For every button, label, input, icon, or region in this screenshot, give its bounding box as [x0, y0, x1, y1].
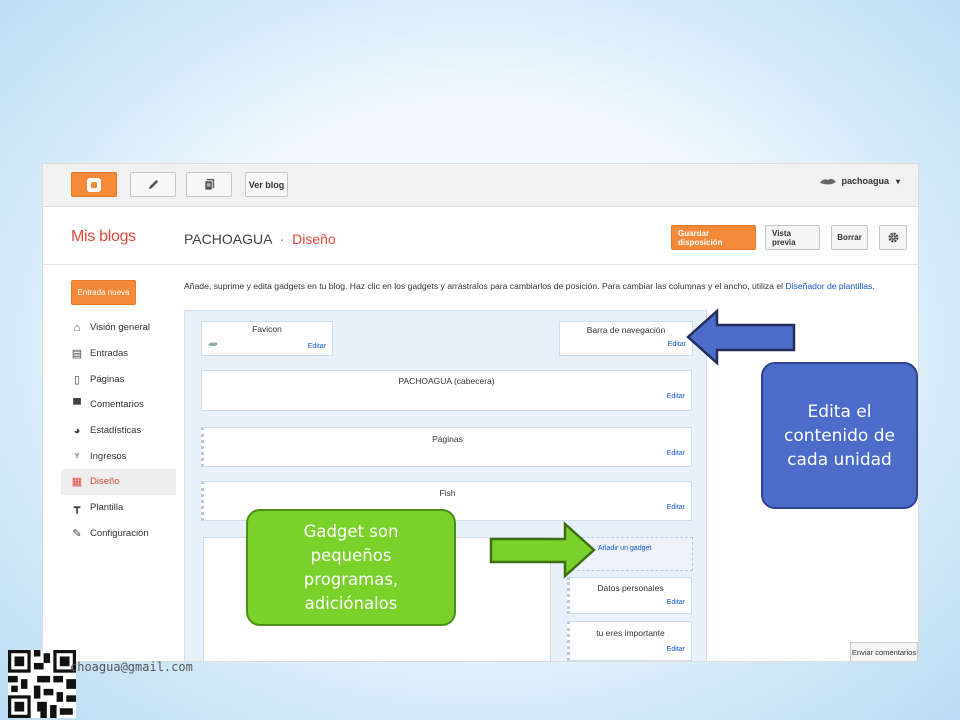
sidebar-item-layout[interactable]: ▦ Diseño: [61, 469, 176, 495]
edit-link[interactable]: Editar: [667, 646, 685, 653]
sidebar-nav: ⌂ Visión general ▤ Entradas ▯ Páginas ▀ Come…: [61, 315, 176, 546]
blogger-home-button[interactable]: [71, 172, 117, 197]
pie-chart-icon: ◕: [73, 424, 81, 437]
page-title: Diseño: [292, 231, 336, 247]
breadcrumb-separator: ·: [279, 231, 285, 247]
blog-name[interactable]: PACHOAGUA: [184, 231, 272, 247]
sidebar-item-pages[interactable]: ▯ Páginas: [61, 366, 176, 392]
sidebar-item-settings[interactable]: ✎ Configuración: [61, 521, 176, 547]
sidebar-item-earnings[interactable]: ♆ Ingresos: [61, 443, 176, 469]
gadget-favicon[interactable]: Favicon Editar: [201, 321, 333, 356]
blogger-logo-icon: [87, 177, 101, 192]
save-layout-button[interactable]: Guardar disposición: [671, 225, 756, 250]
sidebar-item-posts[interactable]: ▤ Entradas: [61, 341, 176, 367]
page-icon: ▯: [73, 373, 81, 386]
sidebar-item-label: Comentarios: [90, 399, 144, 411]
sidebar-item-template[interactable]: ┳ Plantilla: [61, 495, 176, 521]
description-end: .: [872, 281, 875, 291]
sidebar-item-label: Estadísticas: [90, 425, 142, 437]
breadcrumb: PACHOAGUA · Diseño: [184, 231, 336, 247]
new-post-sidebar-button[interactable]: Entrada nueva: [71, 280, 136, 305]
sidebar-item-label: Diseño: [90, 476, 120, 488]
gadget-profile[interactable]: Datos personales Editar: [567, 577, 692, 614]
gadget-title: Datos personales: [597, 583, 664, 593]
layout-description: Añade, suprime y edita gadgets en tu blo…: [184, 281, 914, 291]
page-header: Mis blogs PACHOAGUA · Diseño Guardar dis…: [43, 208, 918, 265]
gadget-title: Barra de navegación: [586, 325, 666, 335]
edit-link[interactable]: Editar: [667, 504, 685, 511]
gadget-title: Fish: [439, 488, 456, 498]
comment-icon: ▀: [73, 398, 81, 411]
pages-icon: [203, 178, 214, 191]
callout-text: Edita el contenido de cada unidad: [784, 401, 895, 470]
send-feedback-button[interactable]: Enviar comentarios: [850, 642, 918, 661]
edit-link[interactable]: Editar: [667, 450, 685, 457]
sidebar-item-label: Entradas: [90, 348, 129, 360]
sidebar-item-label: Plantilla: [90, 502, 124, 514]
view-blog-label: Ver blog: [248, 179, 285, 190]
my-blogs-link[interactable]: Mis blogs: [71, 228, 136, 246]
user-menu[interactable]: pachoagua ▾: [819, 176, 900, 186]
gadget-title: tu eres importante: [596, 628, 665, 638]
sidebar-item-stats[interactable]: ◕ Estadísticas: [61, 418, 176, 444]
callout-text: Gadget son pequeños programas, adiciónal…: [303, 521, 399, 613]
gadget-navbar[interactable]: Barra de navegación Editar: [559, 321, 693, 356]
sidebar-item-overview[interactable]: ⌂ Visión general: [61, 315, 176, 341]
gadget-title: PACHOAGUA (cabecera): [398, 376, 495, 386]
sidebar-item-comments[interactable]: ▀ Comentarios: [61, 392, 176, 418]
settings-button[interactable]: [879, 225, 907, 250]
edit-link[interactable]: Editar: [667, 599, 685, 606]
blue-arrow-icon: [686, 308, 796, 366]
gadget-pages[interactable]: Páginas Editar: [201, 427, 692, 467]
layout-icon: ▦: [71, 476, 83, 489]
pencil-icon: [148, 179, 158, 190]
chevron-down-icon: ▾: [895, 176, 900, 186]
new-post-button[interactable]: [130, 172, 176, 197]
edit-link[interactable]: Editar: [668, 341, 686, 348]
avatar-icon: [820, 178, 837, 185]
wrench-icon: ✎: [72, 527, 82, 540]
edit-units-callout: Edita el contenido de cada unidad: [761, 362, 918, 509]
qr-code-icon: [8, 650, 76, 718]
sidebar-item-label: Visión general: [90, 322, 151, 334]
pages-button[interactable]: [186, 172, 232, 197]
edit-link[interactable]: Editar: [667, 393, 685, 400]
top-toolbar: Ver blog pachoagua ▾: [43, 164, 918, 207]
gadget-header[interactable]: PACHOAGUA (cabecera) Editar: [201, 370, 692, 411]
favicon-icon: [208, 342, 218, 346]
add-gadget-link[interactable]: Añadir un gadget: [598, 545, 651, 552]
edit-link[interactable]: Editar: [308, 343, 326, 350]
sidebar-item-label: Configuración: [90, 527, 149, 539]
sidebar-item-label: Páginas: [90, 373, 125, 385]
trophy-icon: ♆: [72, 450, 82, 463]
paint-roller-icon: ┳: [73, 502, 81, 515]
gadgets-callout: Gadget son pequeños programas, adiciónal…: [246, 509, 456, 626]
description-text: Añade, suprime y edita gadgets en tu blo…: [184, 281, 784, 291]
contact-email: choagua@gmail.com: [70, 660, 193, 674]
template-designer-link[interactable]: Diseñador de plantillas: [785, 281, 872, 291]
green-arrow-icon: [489, 521, 596, 579]
posts-icon: ▤: [71, 348, 83, 361]
preview-button[interactable]: Vista previa: [765, 225, 820, 250]
view-blog-button[interactable]: Ver blog: [245, 172, 288, 197]
gear-icon: [887, 232, 899, 243]
username-label: pachoagua: [841, 176, 889, 186]
sidebar-item-label: Ingresos: [90, 450, 127, 462]
gadget-important[interactable]: tu eres importante Editar: [567, 621, 692, 661]
clear-button[interactable]: Borrar: [831, 225, 868, 250]
gadget-title: Páginas: [432, 434, 463, 444]
home-icon: ⌂: [73, 321, 81, 334]
gadget-title: Favicon: [252, 324, 282, 334]
